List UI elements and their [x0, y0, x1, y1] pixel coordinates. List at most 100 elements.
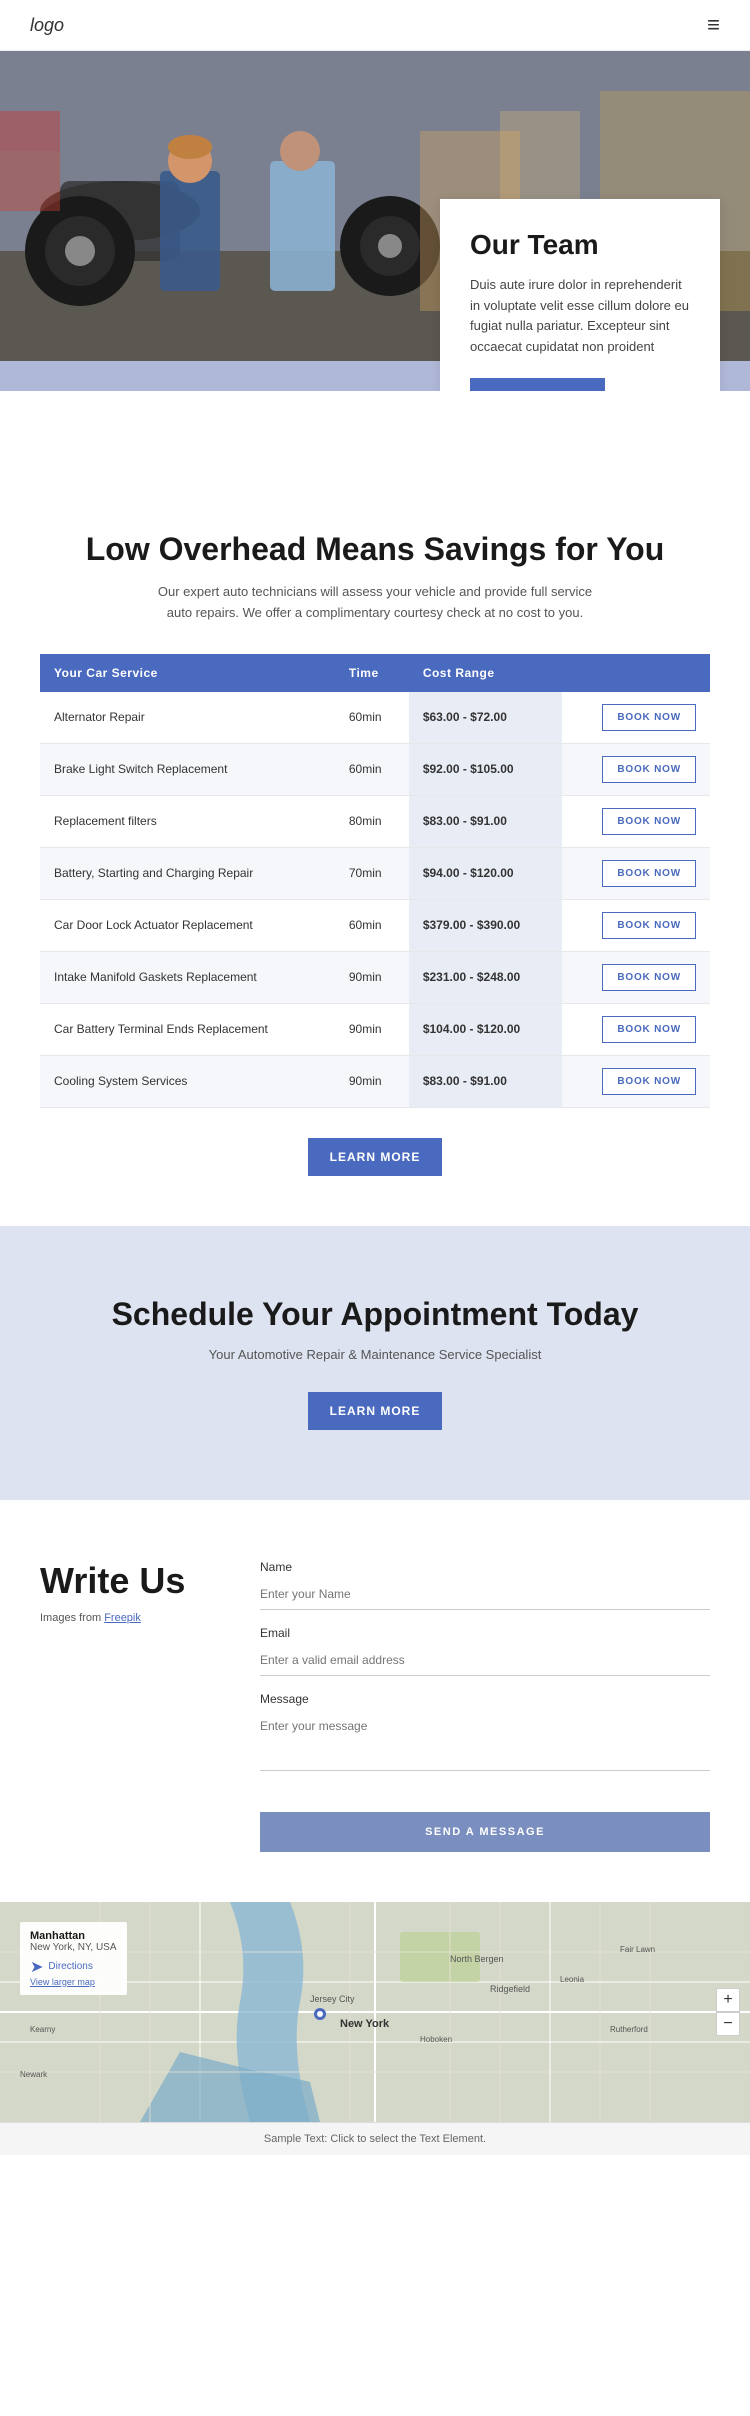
svg-text:Ridgefield: Ridgefield	[490, 1984, 530, 1994]
view-larger-map-link[interactable]: View larger map	[30, 1977, 117, 1987]
svg-text:Jersey City: Jersey City	[310, 1994, 355, 2004]
book-now-button[interactable]: BOOK NOW	[602, 808, 696, 835]
service-time: 60min	[335, 692, 409, 744]
hamburger-menu-icon[interactable]: ≡	[707, 12, 720, 38]
book-now-button[interactable]: BOOK NOW	[602, 912, 696, 939]
zoom-out-button[interactable]: −	[716, 2012, 740, 2036]
table-row: Car Door Lock Actuator Replacement 60min…	[40, 899, 710, 951]
map-city: Manhattan	[30, 1930, 117, 1942]
service-cost: $379.00 - $390.00	[409, 899, 562, 951]
email-input[interactable]	[260, 1645, 710, 1676]
map-label: Manhattan New York, NY, USA ➤ Directions…	[20, 1922, 127, 1995]
book-now-button[interactable]: BOOK NOW	[602, 860, 696, 887]
message-group: Message	[260, 1692, 710, 1776]
map-state: New York, NY, USA	[30, 1942, 117, 1953]
savings-learn-more-container: LEARN MORE	[40, 1138, 710, 1176]
message-textarea[interactable]	[260, 1711, 710, 1771]
appointment-learn-more-button[interactable]: LEARN MORE	[308, 1392, 443, 1430]
hero-learn-more-button[interactable]: LEARN MORE	[470, 378, 605, 391]
service-cost: $92.00 - $105.00	[409, 743, 562, 795]
col-cost: Cost Range	[409, 654, 562, 692]
zoom-in-button[interactable]: +	[716, 1988, 740, 2012]
hero-section: Our Team Duis aute irure dolor in repreh…	[0, 51, 750, 391]
svg-text:Hoboken: Hoboken	[420, 2035, 452, 2044]
hero-spacer	[0, 391, 750, 471]
email-label: Email	[260, 1626, 710, 1640]
hero-card: Our Team Duis aute irure dolor in repreh…	[440, 199, 720, 391]
service-time: 60min	[335, 743, 409, 795]
col-time: Time	[335, 654, 409, 692]
table-header: Your Car Service Time Cost Range	[40, 654, 710, 692]
service-cost: $94.00 - $120.00	[409, 847, 562, 899]
savings-section: Low Overhead Means Savings for You Our e…	[0, 471, 750, 1226]
svg-text:Kearny: Kearny	[30, 2025, 55, 2034]
service-name: Car Battery Terminal Ends Replacement	[40, 1003, 335, 1055]
table-row: Intake Manifold Gaskets Replacement 90mi…	[40, 951, 710, 1003]
book-cell: BOOK NOW	[562, 795, 710, 847]
service-cost: $63.00 - $72.00	[409, 692, 562, 744]
name-input[interactable]	[260, 1579, 710, 1610]
book-cell: BOOK NOW	[562, 692, 710, 744]
send-message-button[interactable]: SEND A MESSAGE	[260, 1812, 710, 1852]
freepik-prefix: Images from	[40, 1612, 104, 1624]
header: logo ≡	[0, 0, 750, 51]
book-now-button[interactable]: BOOK NOW	[602, 704, 696, 731]
book-now-button[interactable]: BOOK NOW	[602, 1016, 696, 1043]
directions-text[interactable]: Directions	[48, 1961, 92, 1972]
book-cell: BOOK NOW	[562, 899, 710, 951]
table-row: Cooling System Services 90min $83.00 - $…	[40, 1055, 710, 1107]
svg-text:Newark: Newark	[20, 2070, 48, 2079]
savings-subtitle: Our expert auto technicians will assess …	[155, 582, 595, 624]
appointment-section: Schedule Your Appointment Today Your Aut…	[0, 1226, 750, 1500]
svg-text:New York: New York	[340, 2018, 390, 2030]
map-zoom-controls: + −	[716, 1988, 740, 2036]
savings-title: Low Overhead Means Savings for You	[40, 531, 710, 568]
appointment-title: Schedule Your Appointment Today	[40, 1296, 710, 1333]
book-cell: BOOK NOW	[562, 743, 710, 795]
contact-left: Write Us Images from Freepik	[40, 1560, 220, 1852]
contact-section: Write Us Images from Freepik Name Email …	[0, 1500, 750, 1902]
contact-form: Name Email Message SEND A MESSAGE	[260, 1560, 710, 1852]
service-cost: $83.00 - $91.00	[409, 1055, 562, 1107]
service-cost: $83.00 - $91.00	[409, 795, 562, 847]
service-name: Replacement filters	[40, 795, 335, 847]
service-name: Car Door Lock Actuator Replacement	[40, 899, 335, 951]
book-cell: BOOK NOW	[562, 1055, 710, 1107]
service-name: Battery, Starting and Charging Repair	[40, 847, 335, 899]
services-table: Your Car Service Time Cost Range Alterna…	[40, 654, 710, 1108]
footer-bar: Sample Text: Click to select the Text El…	[0, 2122, 750, 2155]
book-now-button[interactable]: BOOK NOW	[602, 756, 696, 783]
service-time: 70min	[335, 847, 409, 899]
table-row: Car Battery Terminal Ends Replacement 90…	[40, 1003, 710, 1055]
book-cell: BOOK NOW	[562, 1003, 710, 1055]
message-label: Message	[260, 1692, 710, 1706]
svg-text:North Bergen: North Bergen	[450, 1954, 504, 1964]
book-cell: BOOK NOW	[562, 951, 710, 1003]
hero-card-text: Duis aute irure dolor in reprehenderit i…	[470, 275, 690, 358]
freepik-link[interactable]: Freepik	[104, 1612, 141, 1624]
service-time: 90min	[335, 951, 409, 1003]
appointment-subtitle: Your Automotive Repair & Maintenance Ser…	[40, 1347, 710, 1362]
email-group: Email	[260, 1626, 710, 1676]
book-now-button[interactable]: BOOK NOW	[602, 1068, 696, 1095]
map-directions[interactable]: ➤ Directions	[30, 1957, 117, 1977]
service-cost: $231.00 - $248.00	[409, 951, 562, 1003]
book-cell: BOOK NOW	[562, 847, 710, 899]
footer-text: Sample Text: Click to select the Text El…	[264, 2133, 486, 2145]
svg-text:Fair Lawn: Fair Lawn	[620, 1945, 655, 1954]
service-name: Cooling System Services	[40, 1055, 335, 1107]
savings-learn-more-button[interactable]: LEARN MORE	[308, 1138, 443, 1176]
service-name: Alternator Repair	[40, 692, 335, 744]
name-group: Name	[260, 1560, 710, 1610]
table-header-row: Your Car Service Time Cost Range	[40, 654, 710, 692]
table-row: Battery, Starting and Charging Repair 70…	[40, 847, 710, 899]
service-cost: $104.00 - $120.00	[409, 1003, 562, 1055]
book-now-button[interactable]: BOOK NOW	[602, 964, 696, 991]
hero-card-title: Our Team	[470, 229, 690, 261]
table-row: Brake Light Switch Replacement 60min $92…	[40, 743, 710, 795]
name-label: Name	[260, 1560, 710, 1574]
svg-text:Leonia: Leonia	[560, 1975, 585, 1984]
service-time: 90min	[335, 1003, 409, 1055]
services-tbody: Alternator Repair 60min $63.00 - $72.00 …	[40, 692, 710, 1108]
service-time: 90min	[335, 1055, 409, 1107]
